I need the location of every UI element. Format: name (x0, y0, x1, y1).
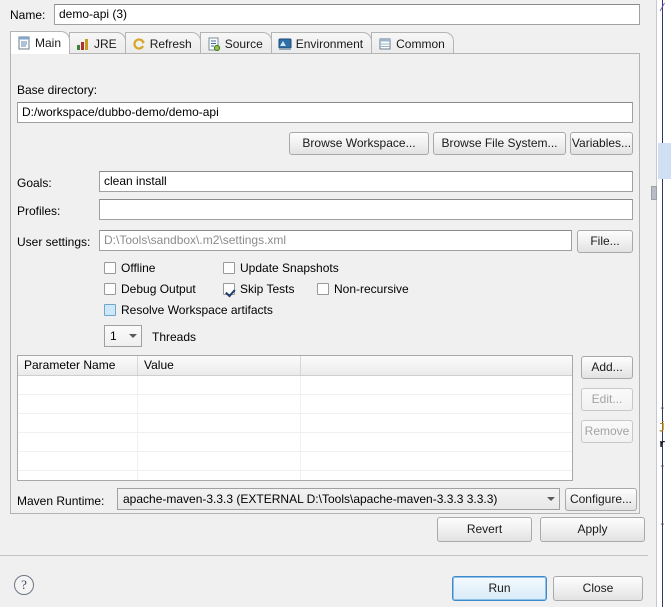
tab-refresh[interactable]: Refresh (124, 32, 201, 54)
source-icon (207, 37, 221, 51)
user-settings-file-button[interactable]: File... (577, 230, 633, 253)
editor-gutter (648, 0, 657, 607)
checkbox-label: Update Snapshots (240, 261, 339, 275)
jre-icon (76, 37, 90, 51)
run-button[interactable]: Run (452, 576, 547, 601)
table-row[interactable] (18, 376, 572, 395)
help-icon[interactable]: ? (14, 575, 34, 595)
tab-label: Common (396, 36, 445, 51)
refresh-icon (132, 37, 146, 51)
table-row[interactable] (18, 471, 572, 480)
column-header-value[interactable]: Value (138, 356, 301, 375)
name-row: Name: demo-api (3) (10, 4, 640, 26)
browse-workspace-button[interactable]: Browse Workspace... (289, 132, 429, 155)
add-parameter-button[interactable]: Add... (581, 356, 633, 379)
checkbox-box (223, 283, 235, 295)
checkbox-box (104, 262, 116, 274)
table-row[interactable] (18, 395, 572, 414)
tab-label: Refresh (149, 36, 192, 51)
threads-value: 1 (110, 329, 117, 343)
checkbox-label: Offline (121, 261, 156, 275)
tab-panel-main: Base directory: D:/workspace/dubbo-demo/… (10, 53, 640, 514)
checkbox-resolve-workspace-artifacts[interactable]: Resolve Workspace artifacts (104, 303, 273, 317)
checkbox-box (104, 304, 116, 316)
document-icon (17, 36, 31, 50)
user-settings-input[interactable]: D:\Tools\sandbox\.m2\settings.xml (99, 230, 572, 251)
parameters-table-header: Parameter Name Value (18, 356, 572, 376)
environment-icon (278, 37, 292, 51)
revert-button[interactable]: Revert (437, 517, 532, 542)
column-header-parameter-name[interactable]: Parameter Name (18, 356, 138, 375)
code-fragment: / (659, 3, 666, 15)
tab-label: Environment (295, 36, 364, 51)
tab-label: Source (224, 36, 263, 51)
user-settings-label: User settings: (17, 235, 91, 249)
tab-folder: Main JRE Refresh Source Environment Comm… (10, 31, 640, 514)
threads-label: Threads (152, 330, 197, 344)
footer-separator (0, 555, 648, 556)
code-fragment: - (659, 461, 666, 473)
apply-button[interactable]: Apply (540, 517, 645, 542)
remove-parameter-button[interactable]: Remove (581, 420, 633, 443)
tab-label: JRE (94, 36, 117, 51)
variables-button[interactable]: Variables... (570, 132, 633, 155)
checkbox-label: Resolve Workspace artifacts (121, 303, 273, 317)
table-row[interactable] (18, 452, 572, 471)
background-editor-sliver: / - j r - - (648, 0, 671, 607)
maven-runtime-label: Maven Runtime: (17, 494, 105, 508)
run-configurations-dialog: Name: demo-api (3) Main JRE Refresh Sour… (0, 0, 648, 607)
tab-source[interactable]: Source (199, 32, 272, 54)
goals-label: Goals: (17, 176, 52, 190)
code-fragment: - (659, 403, 666, 415)
checkbox-debug-output[interactable]: Debug Output (104, 282, 196, 296)
chevron-down-icon (129, 334, 137, 338)
base-directory-input[interactable]: D:/workspace/dubbo-demo/demo-api (17, 102, 633, 123)
editor-scrollbar-thumb[interactable] (651, 186, 657, 200)
browse-file-system-button[interactable]: Browse File System... (433, 132, 566, 155)
checkbox-non-recursive[interactable]: Non-recursive (317, 282, 409, 296)
parameters-table[interactable]: Parameter Name Value (17, 355, 573, 481)
common-icon (378, 37, 392, 51)
editor-highlight-band (658, 143, 671, 179)
table-row[interactable] (18, 433, 572, 452)
close-button[interactable]: Close (553, 576, 643, 601)
checkbox-box (317, 283, 329, 295)
tab-main[interactable]: Main (10, 31, 71, 54)
checkbox-box (104, 283, 116, 295)
maven-runtime-value: apache-maven-3.3.3 (EXTERNAL D:\Tools\ap… (123, 492, 498, 506)
checkbox-label: Skip Tests (240, 282, 295, 296)
edit-parameter-button[interactable]: Edit... (581, 388, 633, 411)
tab-jre[interactable]: JRE (69, 32, 126, 54)
configure-maven-runtime-button[interactable]: Configure... (565, 488, 637, 511)
tab-label: Main (35, 36, 62, 50)
name-input[interactable]: demo-api (3) (54, 4, 640, 25)
chevron-down-icon (547, 497, 555, 501)
name-label: Name: (10, 8, 46, 22)
table-row[interactable] (18, 414, 572, 433)
parameters-table-body (18, 376, 572, 480)
profiles-input[interactable] (99, 199, 633, 220)
checkbox-skip-tests[interactable]: Skip Tests (223, 282, 294, 296)
code-fragment: - (659, 519, 666, 531)
column-header-blank[interactable] (301, 356, 572, 375)
editor-border-line (662, 0, 663, 607)
code-fragment: j (659, 421, 666, 433)
checkbox-label: Debug Output (121, 282, 196, 296)
code-fragment: r (659, 439, 666, 451)
tab-environment[interactable]: Environment (270, 32, 373, 54)
maven-runtime-combo[interactable]: apache-maven-3.3.3 (EXTERNAL D:\Tools\ap… (117, 488, 560, 510)
profiles-label: Profiles: (17, 204, 61, 218)
tab-common[interactable]: Common (371, 32, 454, 54)
tab-strip: Main JRE Refresh Source Environment Comm… (10, 31, 640, 54)
threads-combo[interactable]: 1 (104, 325, 142, 347)
base-directory-label: Base directory: (17, 83, 98, 97)
checkbox-label: Non-recursive (334, 282, 409, 296)
checkbox-update-snapshots[interactable]: Update Snapshots (223, 261, 339, 275)
checkbox-box (223, 262, 235, 274)
goals-input[interactable]: clean install (99, 171, 633, 192)
checkbox-offline[interactable]: Offline (104, 261, 155, 275)
